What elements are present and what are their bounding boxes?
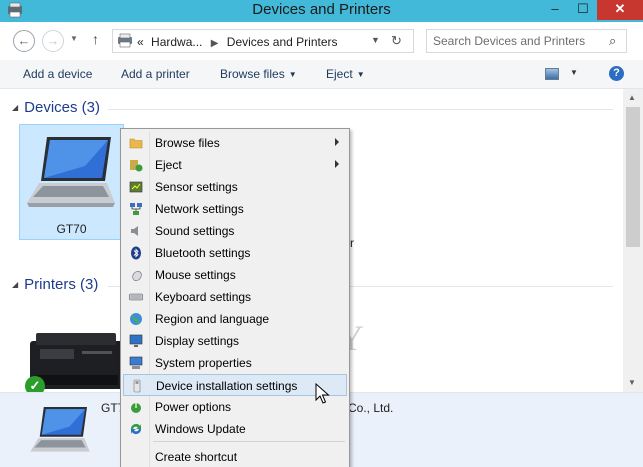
menu-item-region-language[interactable]: Region and language	[123, 308, 347, 330]
menu-item-eject[interactable]: Eject	[123, 154, 347, 176]
scroll-thumb[interactable]	[626, 107, 640, 247]
device-tile-gt70[interactable]: GT70	[19, 124, 124, 240]
submenu-arrow-icon	[335, 160, 339, 168]
mouse-icon	[132, 271, 142, 281]
power-icon	[131, 402, 141, 413]
vertical-scrollbar[interactable]: ▲ ▼	[623, 89, 643, 392]
view-options-dropdown-icon[interactable]: ▼	[570, 68, 578, 77]
forward-button[interactable]: →	[42, 30, 64, 52]
breadcrumb-overflow[interactable]: «	[137, 35, 144, 49]
devices-group-header[interactable]: ◢ Devices (3)	[12, 99, 100, 116]
eject-label: Eject	[326, 67, 353, 81]
display-icon	[129, 334, 143, 347]
help-button[interactable]: ?	[609, 66, 624, 81]
device-label: GT70	[56, 222, 87, 236]
refresh-icon[interactable]: ↻	[391, 33, 402, 49]
search-icon[interactable]: ⌕	[609, 33, 616, 49]
browse-files-button[interactable]: Browse files ▼	[220, 67, 297, 81]
collapse-icon[interactable]: ◢	[12, 280, 18, 289]
menu-item-display-settings[interactable]: Display settings	[123, 330, 347, 352]
details-manufacturer: Co., Ltd.	[348, 401, 394, 415]
menu-item-create-shortcut[interactable]: Create shortcut	[123, 446, 347, 467]
divider	[108, 109, 613, 110]
update-icon	[131, 424, 141, 434]
title-bar: Devices and Printers – ☐ ✕	[0, 0, 643, 22]
search-box[interactable]: ⌕	[426, 29, 627, 53]
menu-item-network-settings[interactable]: Network settings	[123, 198, 347, 220]
menu-item-bluetooth-settings[interactable]: Bluetooth settings	[123, 242, 347, 264]
laptop-icon	[30, 407, 90, 452]
breadcrumb: « Hardwa... ▶ Devices and Printers	[137, 35, 338, 49]
eject-button[interactable]: Eject ▼	[326, 67, 365, 81]
speaker-icon	[131, 226, 138, 236]
computer-icon	[129, 356, 143, 369]
address-box[interactable]: « Hardwa... ▶ Devices and Printers ▼ ↻	[112, 29, 414, 53]
chevron-down-icon: ▼	[288, 70, 297, 79]
maximize-button[interactable]: ☐	[569, 0, 597, 20]
folder-icon	[129, 138, 143, 149]
command-bar: Add a device Add a printer Browse files ▼…	[0, 60, 643, 89]
chevron-down-icon: ▼	[356, 70, 365, 79]
submenu-arrow-icon	[335, 138, 339, 146]
breadcrumb-devices-printers[interactable]: Devices and Printers	[227, 35, 338, 49]
menu-item-keyboard-settings[interactable]: Keyboard settings	[123, 286, 347, 308]
globe-icon	[130, 313, 142, 325]
search-input[interactable]	[433, 34, 603, 48]
change-view-icon[interactable]	[545, 68, 559, 80]
menu-item-mouse-settings[interactable]: Mouse settings	[123, 264, 347, 286]
address-dropdown-icon[interactable]: ▼	[371, 35, 380, 45]
navigation-bar: ← → ▼ ↑ « Hardwa... ▶ Devices and Printe…	[0, 22, 643, 60]
add-device-button[interactable]: Add a device	[23, 67, 92, 81]
collapse-icon[interactable]: ◢	[12, 103, 18, 112]
menu-separator	[153, 441, 345, 442]
mouse-pointer-icon	[315, 383, 330, 404]
devices-group-label: Devices (3)	[24, 99, 101, 116]
add-printer-button[interactable]: Add a printer	[121, 67, 190, 81]
menu-item-windows-update[interactable]: Windows Update	[123, 418, 347, 440]
close-button[interactable]: ✕	[597, 0, 643, 20]
menu-item-system-properties[interactable]: System properties	[123, 352, 347, 374]
menu-item-power-options[interactable]: Power options	[123, 396, 347, 418]
breadcrumb-hardware[interactable]: Hardwa...	[151, 35, 202, 49]
control-panel-icon	[118, 33, 132, 48]
laptop-icon	[27, 137, 115, 207]
up-button[interactable]: ↑	[92, 31, 99, 47]
scroll-up-icon[interactable]: ▲	[628, 93, 636, 102]
keyboard-icon	[129, 293, 143, 301]
context-menu: Browse files Eject Sensor settings Netwo…	[120, 128, 350, 467]
menu-item-sound-settings[interactable]: Sound settings	[123, 220, 347, 242]
scroll-down-icon[interactable]: ▼	[628, 378, 636, 387]
usb-icon	[133, 379, 141, 393]
menu-item-device-installation-settings[interactable]: Device installation settings	[123, 374, 347, 396]
network-icon	[130, 203, 142, 215]
minimize-button[interactable]: –	[541, 0, 569, 20]
bluetooth-icon	[131, 246, 141, 260]
menu-item-sensor-settings[interactable]: Sensor settings	[123, 176, 347, 198]
printers-group-header[interactable]: ◢ Printers (3)	[12, 276, 98, 293]
breadcrumb-separator-icon[interactable]: ▶	[211, 38, 219, 49]
printers-group-label: Printers (3)	[24, 276, 99, 293]
sensor-icon	[129, 181, 143, 193]
back-button[interactable]: ←	[13, 30, 35, 52]
recent-locations-dropdown-icon[interactable]: ▼	[70, 34, 78, 43]
menu-item-browse-files[interactable]: Browse files	[123, 132, 347, 154]
default-printer-check-icon: ✓	[25, 376, 45, 392]
eject-icon	[130, 160, 143, 172]
browse-files-label: Browse files	[220, 67, 285, 81]
partial-device-label: r	[350, 236, 354, 250]
